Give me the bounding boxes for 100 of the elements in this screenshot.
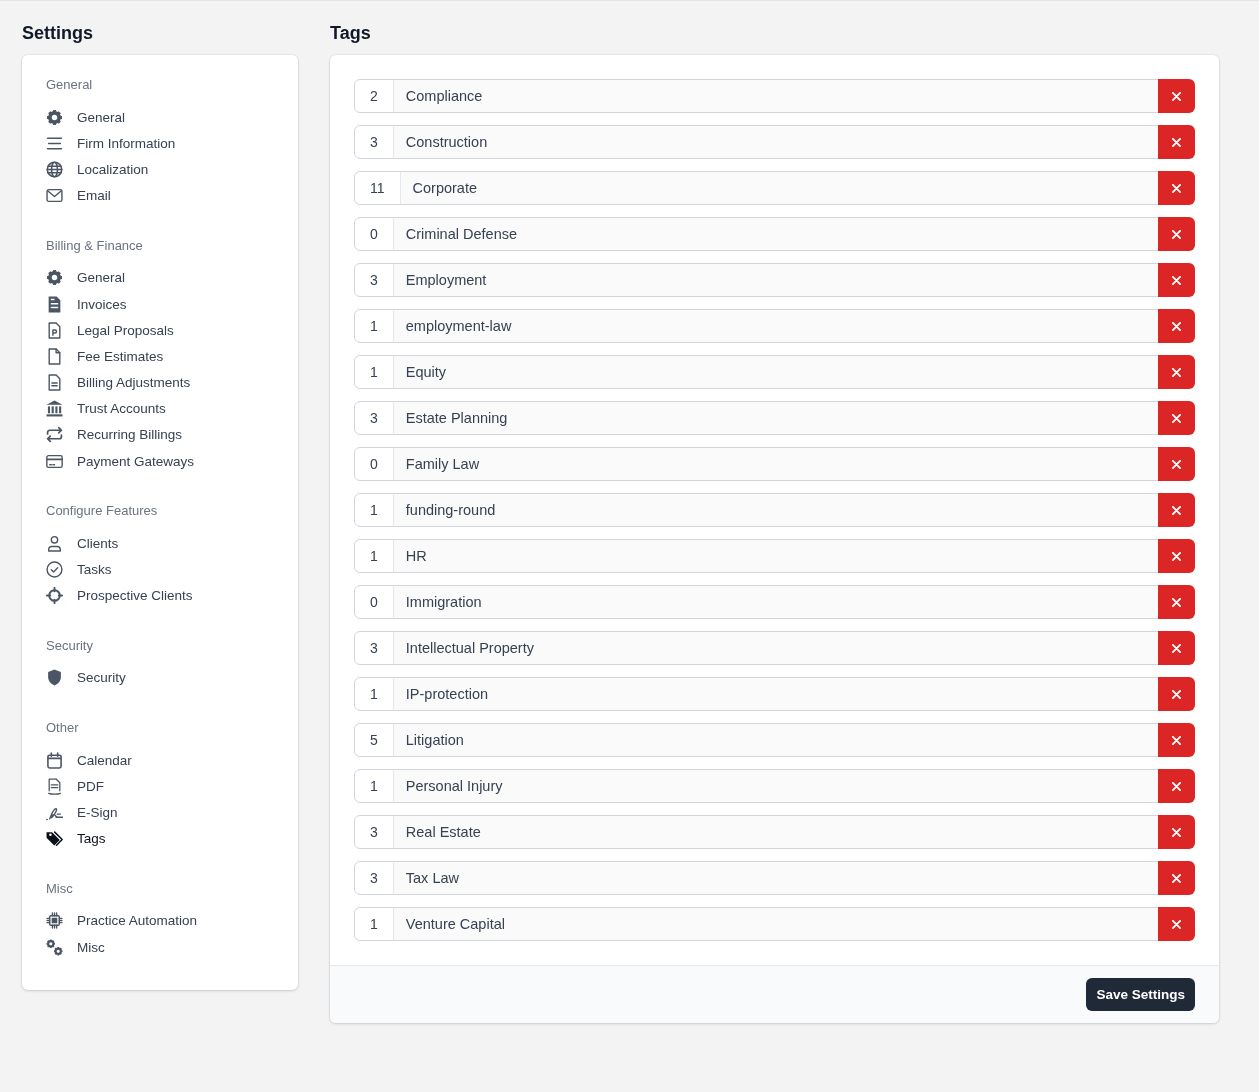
sidebar-item[interactable]: Payment Gateways bbox=[46, 448, 195, 475]
tag-name-field[interactable]: employment-law bbox=[392, 309, 1158, 343]
close-icon bbox=[1172, 827, 1181, 837]
delete-button[interactable] bbox=[1158, 815, 1195, 849]
sidebar-item[interactable]: Clients bbox=[46, 530, 119, 557]
tag-count: 3 bbox=[354, 125, 394, 159]
tag-count: 0 bbox=[354, 217, 394, 251]
close-icon bbox=[1172, 321, 1181, 331]
delete-button[interactable] bbox=[1158, 125, 1195, 159]
delete-button[interactable] bbox=[1158, 355, 1195, 389]
tag-count: 1 bbox=[354, 355, 394, 389]
section-label: Other bbox=[46, 719, 80, 737]
tag-count: 11 bbox=[354, 171, 401, 205]
document-icon bbox=[46, 295, 63, 313]
sidebar-item[interactable]: Recurring Billings bbox=[46, 421, 183, 449]
close-icon bbox=[1172, 91, 1181, 101]
sidebar-item[interactable]: E-Sign bbox=[46, 799, 118, 826]
delete-button[interactable] bbox=[1158, 861, 1195, 895]
delete-button[interactable] bbox=[1158, 171, 1195, 205]
save-button[interactable]: Save Settings bbox=[1086, 978, 1195, 1011]
tag-count: 3 bbox=[354, 263, 394, 297]
gears-icon bbox=[46, 938, 63, 956]
tag-name-field[interactable]: Estate Planning bbox=[392, 401, 1158, 435]
delete-button[interactable] bbox=[1158, 585, 1195, 619]
tag-name-field[interactable]: Litigation bbox=[392, 723, 1158, 757]
delete-button[interactable] bbox=[1158, 907, 1195, 941]
close-icon bbox=[1172, 781, 1181, 791]
tag-count: 1 bbox=[354, 769, 394, 803]
section-label: Configure Features bbox=[46, 502, 159, 521]
sidebar-title: Settings bbox=[22, 22, 94, 45]
tag-name-field[interactable]: Personal Injury bbox=[392, 769, 1158, 803]
delete-button[interactable] bbox=[1158, 493, 1195, 527]
close-icon bbox=[1172, 597, 1181, 607]
sidebar-item[interactable]: Legal Proposals bbox=[46, 317, 174, 344]
close-icon bbox=[1172, 551, 1181, 561]
delete-button[interactable] bbox=[1158, 677, 1195, 711]
close-icon bbox=[1172, 873, 1181, 883]
close-icon bbox=[1172, 505, 1181, 515]
sidebar-item[interactable]: Prospective Clients bbox=[46, 582, 193, 609]
delete-button[interactable] bbox=[1158, 309, 1195, 343]
tag-name-field[interactable]: Employment bbox=[392, 263, 1158, 297]
tag-name-field[interactable]: IP-protection bbox=[392, 677, 1158, 711]
tag-count: 3 bbox=[354, 401, 394, 435]
tag-name-field[interactable]: Corporate bbox=[399, 171, 1158, 205]
tag-name-field[interactable]: Real Estate bbox=[392, 815, 1158, 849]
delete-button[interactable] bbox=[1158, 79, 1195, 113]
delete-button[interactable] bbox=[1158, 401, 1195, 435]
tag-name-field[interactable]: Immigration bbox=[392, 585, 1158, 619]
document-icon bbox=[46, 777, 63, 795]
sidebar-item[interactable]: General bbox=[46, 104, 126, 131]
sidebar-item[interactable]: Fee Estimates bbox=[46, 343, 164, 370]
tag-count: 3 bbox=[354, 815, 394, 849]
tag-name-field[interactable]: HR bbox=[392, 539, 1158, 573]
tag-name-field[interactable]: Venture Capital bbox=[392, 907, 1158, 941]
page-title: Tags bbox=[330, 22, 372, 45]
document-icon bbox=[46, 321, 63, 339]
repeat-icon bbox=[46, 426, 63, 444]
tag-count: 0 bbox=[354, 585, 394, 619]
close-icon bbox=[1172, 413, 1181, 423]
document-icon bbox=[46, 374, 63, 392]
tag-name-field[interactable]: Criminal Defense bbox=[392, 217, 1158, 251]
sidebar-item[interactable]: Billing Adjustments bbox=[46, 369, 191, 396]
sidebar-item[interactable]: Tasks bbox=[46, 556, 112, 583]
sidebar-item[interactable]: Tags bbox=[46, 825, 106, 852]
delete-button[interactable] bbox=[1158, 217, 1195, 251]
sidebar-item[interactable]: Email bbox=[46, 182, 111, 209]
user-icon bbox=[46, 534, 63, 552]
sidebar-item[interactable]: Localization bbox=[46, 156, 149, 183]
tag-name-field[interactable]: Construction bbox=[392, 125, 1158, 159]
sidebar-item[interactable]: Trust Accounts bbox=[46, 395, 166, 422]
sidebar-item[interactable]: Firm Information bbox=[46, 130, 176, 157]
calendar-icon bbox=[46, 751, 63, 769]
sidebar-item[interactable]: Invoices bbox=[46, 290, 127, 318]
check-circle-icon bbox=[46, 561, 63, 579]
delete-button[interactable] bbox=[1158, 539, 1195, 573]
delete-button[interactable] bbox=[1158, 631, 1195, 665]
sidebar-item[interactable]: Misc bbox=[46, 933, 105, 961]
sidebar-item[interactable]: PDF bbox=[46, 773, 104, 800]
close-icon bbox=[1172, 367, 1181, 377]
tag-name-field[interactable]: funding-round bbox=[392, 493, 1158, 527]
delete-button[interactable] bbox=[1158, 769, 1195, 803]
sidebar-item[interactable]: General bbox=[46, 264, 126, 291]
tag-name-field[interactable]: Family Law bbox=[392, 447, 1158, 481]
credit-card-icon bbox=[46, 452, 63, 470]
delete-button[interactable] bbox=[1158, 263, 1195, 297]
tag-name-field[interactable]: Compliance bbox=[392, 79, 1158, 113]
tag-count: 0 bbox=[354, 447, 394, 481]
close-icon bbox=[1172, 919, 1181, 929]
tag-name-field[interactable]: Tax Law bbox=[392, 861, 1158, 895]
delete-button[interactable] bbox=[1158, 723, 1195, 757]
delete-button[interactable] bbox=[1158, 447, 1195, 481]
tag-name-field[interactable]: Intellectual Property bbox=[392, 631, 1158, 665]
sidebar-item[interactable]: Calendar bbox=[46, 747, 132, 774]
sidebar-item[interactable]: Security bbox=[46, 664, 126, 691]
section-label: Misc bbox=[46, 879, 74, 898]
close-icon bbox=[1172, 229, 1181, 239]
close-icon bbox=[1172, 735, 1181, 745]
tag-name-field[interactable]: Equity bbox=[392, 355, 1158, 389]
gear-icon bbox=[46, 269, 63, 287]
sidebar-item[interactable]: Practice Automation bbox=[46, 907, 198, 934]
